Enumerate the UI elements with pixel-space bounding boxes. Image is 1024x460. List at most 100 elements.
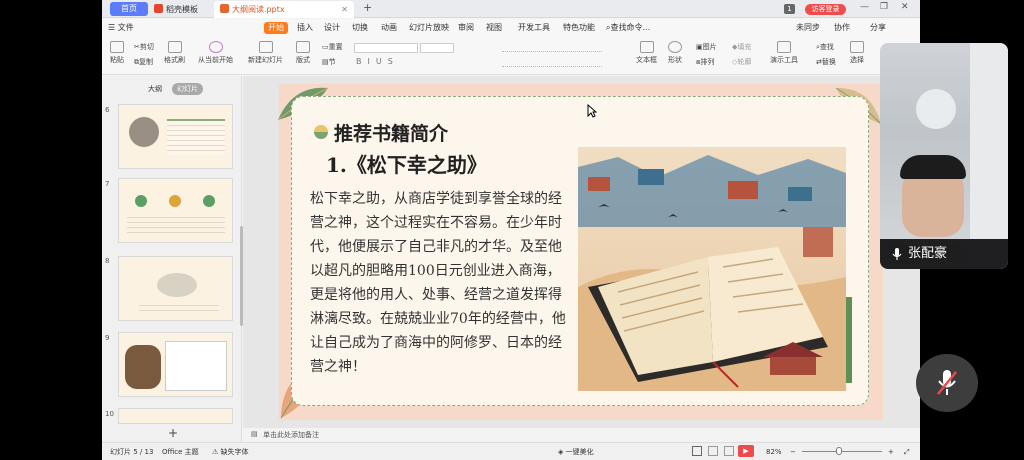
tab-home[interactable]: 首页 bbox=[110, 2, 148, 16]
slides-tab[interactable]: 幻灯片 bbox=[172, 83, 203, 95]
paragraph-tools[interactable] bbox=[502, 42, 602, 52]
normal-view-icon[interactable] bbox=[692, 446, 702, 456]
minimize-icon[interactable]: — bbox=[860, 2, 869, 12]
cut-button[interactable]: ✂剪切 bbox=[134, 42, 154, 52]
slide-thumbnail-10[interactable] bbox=[118, 408, 233, 424]
paste-button[interactable]: 粘贴 bbox=[110, 41, 124, 65]
menu-transition[interactable]: 切换 bbox=[352, 22, 368, 34]
find-button[interactable]: ⌕查找 bbox=[816, 42, 834, 52]
status-bar: 幻灯片 5 / 13 Office 主题 ⚠ 缺失字体 ◈ 一键美化 ▶ 82%… bbox=[102, 442, 920, 460]
outline-tab[interactable]: 大纲 bbox=[148, 84, 162, 94]
zoom-slider-thumb[interactable] bbox=[836, 447, 842, 455]
menu-start[interactable]: 开始 bbox=[264, 22, 288, 34]
replace-button[interactable]: ⇄替换 bbox=[816, 57, 836, 67]
arrange-button[interactable]: ⧈排列 bbox=[696, 57, 714, 67]
new-slide-button[interactable]: 新建幻灯片 bbox=[248, 41, 283, 65]
alignment-tools[interactable] bbox=[502, 57, 602, 67]
text-style-buttons[interactable]: BIUS bbox=[356, 57, 399, 66]
page-indicator: 1 bbox=[784, 4, 795, 14]
select-button[interactable]: 选择 bbox=[850, 41, 864, 65]
slide-thumbnail-6[interactable] bbox=[118, 104, 233, 169]
format-painter-button[interactable]: 格式刷 bbox=[164, 41, 185, 65]
tab-pptx-file[interactable]: 大纲阅读.pptx ✕ bbox=[214, 1, 354, 18]
slide-thumbnail-8[interactable] bbox=[118, 256, 233, 321]
notes-bar[interactable]: ▤ 单击此处添加备注 bbox=[243, 428, 920, 442]
slide-count: 幻灯片 5 / 13 bbox=[110, 448, 154, 456]
slide-content-frame: 推荐书籍简介 1.《松下幸之助》 松下幸之助，从商店学徒到享誉全球的经营之神，这… bbox=[291, 96, 869, 406]
new-tab-icon[interactable]: + bbox=[363, 1, 372, 14]
text-lines bbox=[127, 213, 225, 237]
circle-icon bbox=[135, 195, 147, 207]
presentation-icon bbox=[777, 41, 791, 53]
ceiling-light bbox=[916, 89, 956, 129]
menu-slideshow[interactable]: 幻灯片放映 bbox=[409, 22, 449, 34]
restore-icon[interactable]: ❐ bbox=[880, 2, 888, 12]
play-slideshow-icon[interactable]: ▶ bbox=[738, 445, 754, 457]
menu-view[interactable]: 视图 bbox=[486, 22, 502, 34]
beautify-label: 一键美化 bbox=[565, 448, 594, 456]
slide-thumbnail-7[interactable] bbox=[118, 178, 233, 243]
close-window-icon[interactable]: ✕ bbox=[901, 2, 909, 12]
slide-thumbnail-panel: 大纲 幻灯片 6 7 8 9 10 + bbox=[102, 76, 243, 442]
guest-login-button[interactable]: 访客登录 bbox=[805, 4, 846, 15]
picture-button[interactable]: ▣图片 bbox=[696, 42, 717, 52]
video-participant-tile[interactable]: 张配豪 bbox=[880, 43, 1008, 269]
participant-hair bbox=[900, 155, 966, 179]
font-family-select[interactable] bbox=[354, 43, 418, 53]
shape-button[interactable]: 形状 bbox=[668, 41, 682, 65]
sync-status[interactable]: 未同步 bbox=[796, 22, 820, 34]
zoom-out-icon[interactable]: − bbox=[790, 447, 796, 457]
close-tab-icon[interactable]: ✕ bbox=[341, 1, 348, 18]
book-thumbnail bbox=[157, 273, 197, 297]
section-label: 节 bbox=[328, 58, 336, 66]
fit-window-icon[interactable]: ⤢ bbox=[904, 447, 910, 457]
menu-bar: ☰ 文件 开始 插入 设计 切换 动画 幻灯片放映 审阅 视图 开发工具 特色功… bbox=[102, 19, 920, 37]
picture-label: 图片 bbox=[702, 43, 717, 51]
zoom-in-icon[interactable]: + bbox=[888, 447, 894, 457]
layout-button[interactable]: 版式 bbox=[296, 41, 310, 65]
slideshow-tools-button[interactable]: 演示工具 bbox=[770, 41, 798, 65]
menu-features[interactable]: 特色功能 bbox=[563, 22, 595, 34]
tab-templates[interactable]: 稻壳模板 bbox=[148, 1, 208, 18]
share-button[interactable]: 分享 bbox=[870, 22, 886, 34]
missing-fonts[interactable]: ⚠ 缺失字体 bbox=[212, 447, 249, 457]
menu-animation[interactable]: 动画 bbox=[381, 22, 397, 34]
reset-button[interactable]: ▭重置 bbox=[322, 42, 343, 52]
play-from-current-button[interactable]: 从当前开始 bbox=[198, 41, 233, 65]
menu-file[interactable]: ☰ 文件 bbox=[108, 22, 134, 34]
circle-icon bbox=[169, 195, 181, 207]
command-search-label: 查找命令... bbox=[610, 23, 651, 32]
section-button[interactable]: ▤节 bbox=[322, 57, 336, 67]
brush-icon bbox=[167, 41, 182, 53]
zoom-slider[interactable] bbox=[802, 451, 882, 452]
cursor-select-icon bbox=[850, 41, 864, 53]
menu-file-label: 文件 bbox=[117, 23, 134, 32]
textbox-label: 文本框 bbox=[636, 56, 657, 64]
collab-button[interactable]: 协作 bbox=[834, 22, 850, 34]
menu-review[interactable]: 审阅 bbox=[458, 22, 474, 34]
portrait-thumbnail bbox=[129, 117, 159, 147]
tab-templates-label: 稻壳模板 bbox=[166, 5, 198, 14]
zoom-level: 82% bbox=[766, 448, 782, 456]
slide-thumbnail-9[interactable] bbox=[118, 332, 233, 397]
copy-button[interactable]: ⧉复制 bbox=[134, 57, 153, 67]
current-slide[interactable]: 推荐书籍简介 1.《松下幸之助》 松下幸之助，从商店学徒到享誉全球的经营之神，这… bbox=[277, 84, 883, 420]
thumbnail-number: 8 bbox=[105, 257, 110, 265]
add-slide-icon[interactable]: + bbox=[168, 426, 178, 440]
sorter-view-icon[interactable] bbox=[708, 446, 718, 456]
thumbnail-number: 6 bbox=[105, 106, 110, 114]
outline-button[interactable]: ◇轮廓 bbox=[732, 57, 751, 67]
fill-button[interactable]: ◆填充 bbox=[732, 42, 751, 52]
command-search[interactable]: ⌕查找命令... bbox=[606, 22, 650, 34]
menu-design[interactable]: 设计 bbox=[324, 22, 340, 34]
mute-toggle-button[interactable] bbox=[916, 354, 978, 412]
format-painter-label: 格式刷 bbox=[164, 56, 185, 64]
textbox-button[interactable]: 文本框 bbox=[636, 41, 657, 65]
reading-view-icon[interactable] bbox=[724, 446, 734, 456]
tab-home-label: 首页 bbox=[121, 4, 137, 13]
menu-developer[interactable]: 开发工具 bbox=[518, 22, 550, 34]
font-size-select[interactable] bbox=[420, 43, 454, 53]
layout-label: 版式 bbox=[296, 56, 310, 64]
menu-insert[interactable]: 插入 bbox=[297, 22, 313, 34]
beautify-button[interactable]: ◈ 一键美化 bbox=[558, 447, 594, 457]
